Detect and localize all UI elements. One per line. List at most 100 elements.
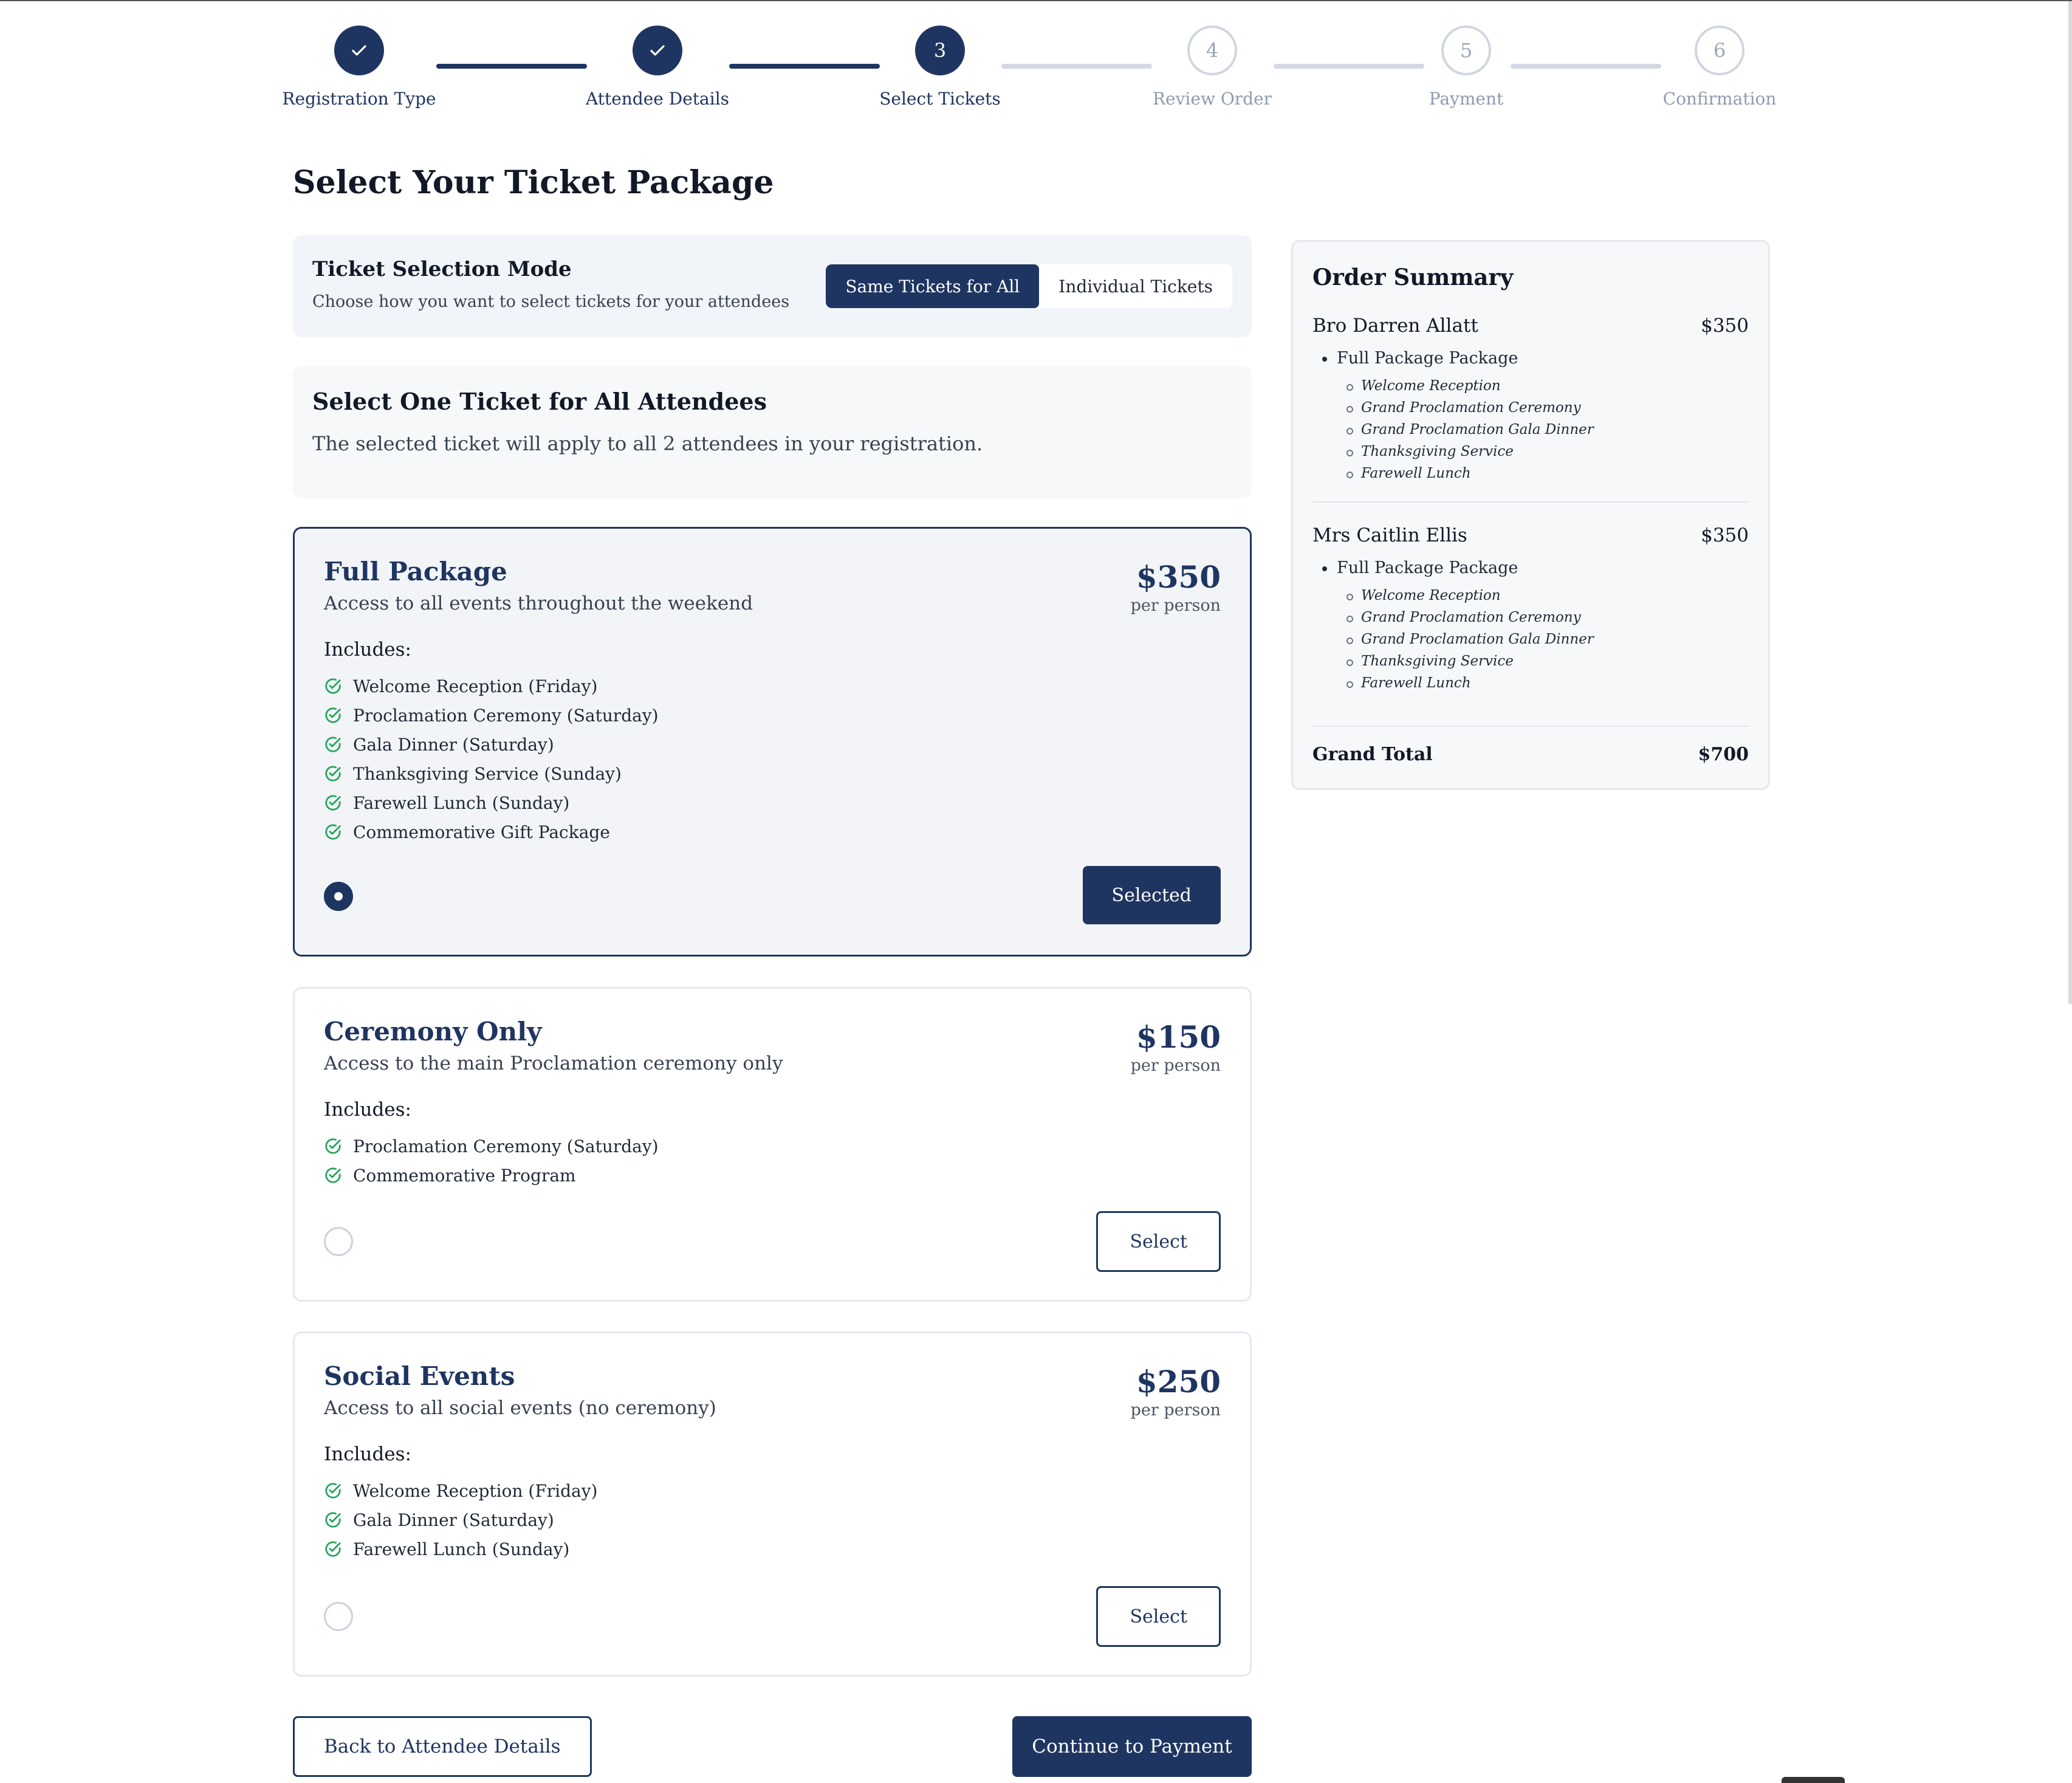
check-circle-icon (325, 1167, 341, 1183)
package-card-ceremony[interactable]: Ceremony Only Access to the main Proclam… (293, 987, 1252, 1302)
step-registration-type[interactable]: Registration Type (268, 26, 450, 109)
attendee-events: Welcome Reception Grand Proclamation Cer… (1312, 375, 1749, 484)
list-item: Grand Proclamation Gala Dinner (1312, 628, 1749, 650)
divider (1312, 501, 1749, 503)
package-name: Ceremony Only (324, 1017, 542, 1046)
info-title: Select One Ticket for All Attendees (312, 388, 767, 415)
step-select-tickets: 3 Select Tickets (849, 26, 1031, 109)
include-text: Farewell Lunch (Sunday) (353, 792, 570, 813)
package-card-full[interactable]: Full Package Access to all events throug… (293, 527, 1252, 957)
step-circle: 6 (1695, 26, 1744, 75)
attendee-package: Full Package Package (1312, 349, 1749, 368)
list-item: Welcome Reception (1312, 375, 1749, 397)
card-footer: Select (324, 1586, 1221, 1647)
select-button[interactable]: Select (1096, 1586, 1221, 1647)
include-text: Commemorative Gift Package (353, 822, 610, 842)
include-text: Commemorative Program (353, 1165, 576, 1186)
same-tickets-toggle[interactable]: Same Tickets for All (826, 264, 1040, 308)
price-unit: per person (1130, 596, 1221, 615)
include-text: Proclamation Ceremony (Saturday) (353, 1136, 659, 1156)
divider (1312, 726, 1749, 727)
list-item: Farewell Lunch (Sunday) (324, 1534, 1221, 1564)
check-circle-icon (325, 1483, 341, 1499)
select-button[interactable]: Select (1096, 1211, 1221, 1272)
list-item: Grand Proclamation Ceremony (1312, 606, 1749, 628)
list-item: Commemorative Gift Package (324, 817, 1221, 847)
list-item: Thanksgiving Service (1312, 441, 1749, 462)
step-payment: 5 Payment (1375, 26, 1557, 109)
page-title: Select Your Ticket Package (293, 164, 774, 201)
list-item: Proclamation Ceremony (Saturday) (324, 701, 1221, 730)
package-radio[interactable] (324, 882, 353, 911)
package-description: Access to all events throughout the week… (324, 593, 753, 614)
grand-total-value: $700 (1698, 744, 1749, 765)
step-circle (334, 26, 384, 75)
list-item: Commemorative Program (324, 1161, 1221, 1190)
grand-total-label: Grand Total (1312, 744, 1433, 765)
check-circle-icon (325, 1512, 341, 1528)
includes-label: Includes: (324, 1443, 411, 1465)
package-name: Social Events (324, 1361, 515, 1391)
step-label: Payment (1429, 89, 1504, 109)
price-amount: $350 (1136, 559, 1221, 595)
check-circle-icon (325, 1138, 341, 1154)
check-circle-icon (325, 1541, 341, 1557)
step-confirmation: 6 Confirmation (1628, 26, 1811, 109)
summary-title: Order Summary (1312, 264, 1514, 290)
price-unit: per person (1130, 1401, 1221, 1420)
package-radio[interactable] (324, 1227, 353, 1256)
list-item: Proclamation Ceremony (Saturday) (324, 1132, 1221, 1161)
selected-button[interactable]: Selected (1082, 866, 1221, 924)
step-connector (436, 64, 587, 69)
grand-total: Grand Total $700 (1312, 744, 1749, 765)
check-circle-icon (325, 766, 341, 782)
step-circle: 5 (1441, 26, 1491, 75)
include-text: Gala Dinner (Saturday) (353, 1510, 554, 1530)
check-icon (352, 45, 366, 56)
check-circle-icon (325, 678, 341, 694)
include-text: Proclamation Ceremony (Saturday) (353, 705, 659, 726)
info-text: The selected ticket will apply to all 2 … (312, 432, 983, 455)
list-item: Farewell Lunch (1312, 672, 1749, 694)
price-amount: $250 (1136, 1364, 1221, 1400)
step-label: Attendee Details (585, 89, 730, 109)
include-text: Thanksgiving Service (Sunday) (353, 763, 622, 784)
scrollbar[interactable] (2068, 1, 2072, 1004)
individual-tickets-toggle[interactable]: Individual Tickets (1039, 264, 1232, 308)
step-review-order: 4 Review Order (1121, 26, 1303, 109)
package-name: Full Package (324, 557, 507, 586)
includes-label: Includes: (324, 1099, 411, 1121)
include-text: Welcome Reception (Friday) (353, 676, 598, 696)
package-description: Access to the main Proclamation ceremony… (324, 1053, 783, 1074)
list-item: Grand Proclamation Gala Dinner (1312, 419, 1749, 441)
check-circle-icon (325, 795, 341, 811)
list-item: Gala Dinner (Saturday) (324, 1505, 1221, 1534)
list-item: Welcome Reception (1312, 585, 1749, 606)
includes-list: Welcome Reception (Friday) Gala Dinner (… (324, 1476, 1221, 1564)
step-attendee-details[interactable]: Attendee Details (566, 26, 749, 109)
summary-attendee: Mrs Caitlin Ellis $350 Full Package Pack… (1312, 524, 1749, 694)
order-summary: Order Summary Bro Darren Allatt $350 Ful… (1291, 240, 1770, 790)
step-label: Select Tickets (879, 89, 1001, 109)
list-item: Welcome Reception (Friday) (324, 1476, 1221, 1505)
include-text: Farewell Lunch (Sunday) (353, 1539, 570, 1559)
step-circle: 4 (1187, 26, 1237, 75)
include-text: Welcome Reception (Friday) (353, 1480, 598, 1501)
card-footer: Select (324, 1211, 1221, 1272)
attendee-name: Bro Darren Allatt (1312, 315, 1478, 337)
summary-attendee: Bro Darren Allatt $350 Full Package Pack… (1312, 315, 1749, 484)
package-description: Access to all social events (no ceremony… (324, 1397, 716, 1419)
back-button[interactable]: Back to Attendee Details (293, 1716, 592, 1777)
list-item: Farewell Lunch (Sunday) (324, 788, 1221, 817)
package-radio[interactable] (324, 1602, 353, 1631)
progress-stepper: Registration Type Attendee Details 3 Sel… (0, 1, 2072, 123)
includes-label: Includes: (324, 639, 411, 661)
step-circle (633, 26, 682, 75)
continue-button[interactable]: Continue to Payment (1012, 1716, 1252, 1777)
check-circle-icon (325, 737, 341, 752)
package-card-social[interactable]: Social Events Access to all social event… (293, 1331, 1252, 1677)
step-label: Registration Type (282, 89, 436, 109)
attendee-amount: $350 (1701, 315, 1749, 337)
card-footer: Selected (324, 866, 1221, 927)
package-price: $350 per person (1131, 559, 1221, 615)
